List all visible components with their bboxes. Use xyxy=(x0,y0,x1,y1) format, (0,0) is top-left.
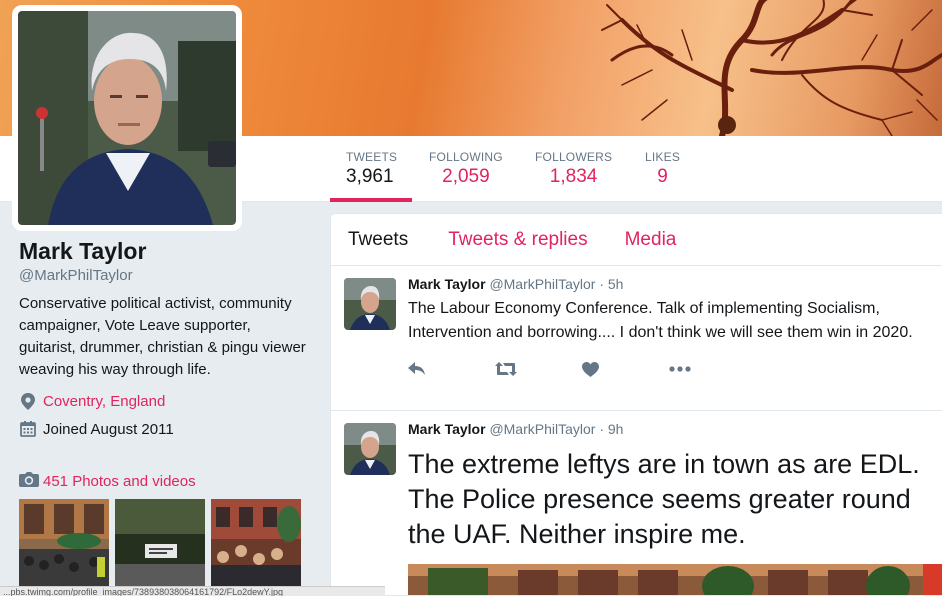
stat-value: 2,059 xyxy=(442,166,490,187)
profile-bio: Conservative political activist, communi… xyxy=(19,295,306,378)
tweet-avatar[interactable] xyxy=(344,423,396,475)
profile-joined: Joined August 2011 xyxy=(19,420,319,438)
tweet-actions xyxy=(408,349,942,389)
photo-thumbnails xyxy=(19,499,301,589)
browser-status-bar: ...pbs.twimg.com/profile_images/73893803… xyxy=(0,586,385,596)
joined-date: Joined August 2011 xyxy=(43,420,174,438)
stat-value: 1,834 xyxy=(549,166,598,187)
tweet-header: Mark Taylor @MarkPhilTaylor · 9h xyxy=(408,421,942,439)
tab-tweets[interactable]: Tweets xyxy=(348,229,408,251)
tweet-header: Mark Taylor @MarkPhilTaylor · 5h xyxy=(408,276,942,294)
tweet[interactable]: Mark Taylor @MarkPhilTaylor · 9h The ext… xyxy=(331,411,942,595)
location-link[interactable]: Coventry, England xyxy=(43,393,165,410)
profile-name[interactable]: Mark Taylor xyxy=(19,238,319,265)
location-icon xyxy=(19,392,37,410)
calendar-icon xyxy=(19,420,37,438)
heart-icon xyxy=(582,361,599,377)
photos-videos-link[interactable]: 451 Photos and videos xyxy=(19,471,196,491)
stat-label: FOLLOWING xyxy=(429,150,503,164)
stat-label: TWEETS xyxy=(346,150,398,164)
retweet-icon xyxy=(495,362,517,376)
stat-following[interactable]: FOLLOWING 2,059 xyxy=(429,150,503,202)
tweet-text: The extreme leftys are in town as are ED… xyxy=(408,449,920,549)
tweet-avatar[interactable] xyxy=(344,278,396,330)
stat-label: LIKES xyxy=(645,150,681,164)
tweet-author-handle[interactable]: @MarkPhilTaylor xyxy=(489,421,595,437)
tab-tweets-replies[interactable]: Tweets & replies xyxy=(448,229,587,251)
tweet-timestamp[interactable]: · 9h xyxy=(599,421,623,437)
reply-button[interactable] xyxy=(408,362,495,376)
photo-thumbnail[interactable] xyxy=(211,499,301,589)
profile-avatar[interactable] xyxy=(12,5,242,231)
camera-icon xyxy=(19,471,39,491)
stat-likes[interactable]: LIKES 9 xyxy=(645,150,680,202)
like-button[interactable] xyxy=(582,361,669,377)
timeline-tabs: Tweets Tweets & replies Media xyxy=(331,214,942,266)
stat-value: 3,961 xyxy=(346,166,394,187)
reply-icon xyxy=(408,362,426,376)
timeline: Tweets Tweets & replies Media Mark Taylo… xyxy=(330,213,942,596)
profile-location: Coventry, England xyxy=(19,392,319,410)
photos-videos-label: 451 Photos and videos xyxy=(43,472,196,490)
retweet-button[interactable] xyxy=(495,362,582,376)
stat-value: 9 xyxy=(657,166,668,187)
stat-label: FOLLOWERS xyxy=(535,150,613,164)
photo-thumbnail[interactable] xyxy=(19,499,109,589)
tweet-author-handle[interactable]: @MarkPhilTaylor xyxy=(489,276,595,292)
tweet[interactable]: Mark Taylor @MarkPhilTaylor · 5h The Lab… xyxy=(331,266,942,411)
tweet-author-name[interactable]: Mark Taylor xyxy=(408,421,486,437)
tweet-timestamp[interactable]: · 5h xyxy=(599,276,623,292)
profile-card: Mark Taylor @MarkPhilTaylor Conservative… xyxy=(19,238,319,438)
more-icon xyxy=(669,366,691,372)
stat-tweets[interactable]: TWEETS 3,961 xyxy=(330,150,412,202)
profile-handle[interactable]: @MarkPhilTaylor xyxy=(19,267,319,284)
tweet-author-name[interactable]: Mark Taylor xyxy=(408,276,486,292)
tweet-text: The Labour Economy Conference. Talk of i… xyxy=(408,300,913,341)
photo-thumbnail[interactable] xyxy=(115,499,205,589)
tweet-media-image[interactable] xyxy=(408,564,942,595)
more-button[interactable] xyxy=(669,366,756,372)
stat-followers[interactable]: FOLLOWERS 1,834 xyxy=(535,150,612,202)
tab-media[interactable]: Media xyxy=(625,229,677,251)
